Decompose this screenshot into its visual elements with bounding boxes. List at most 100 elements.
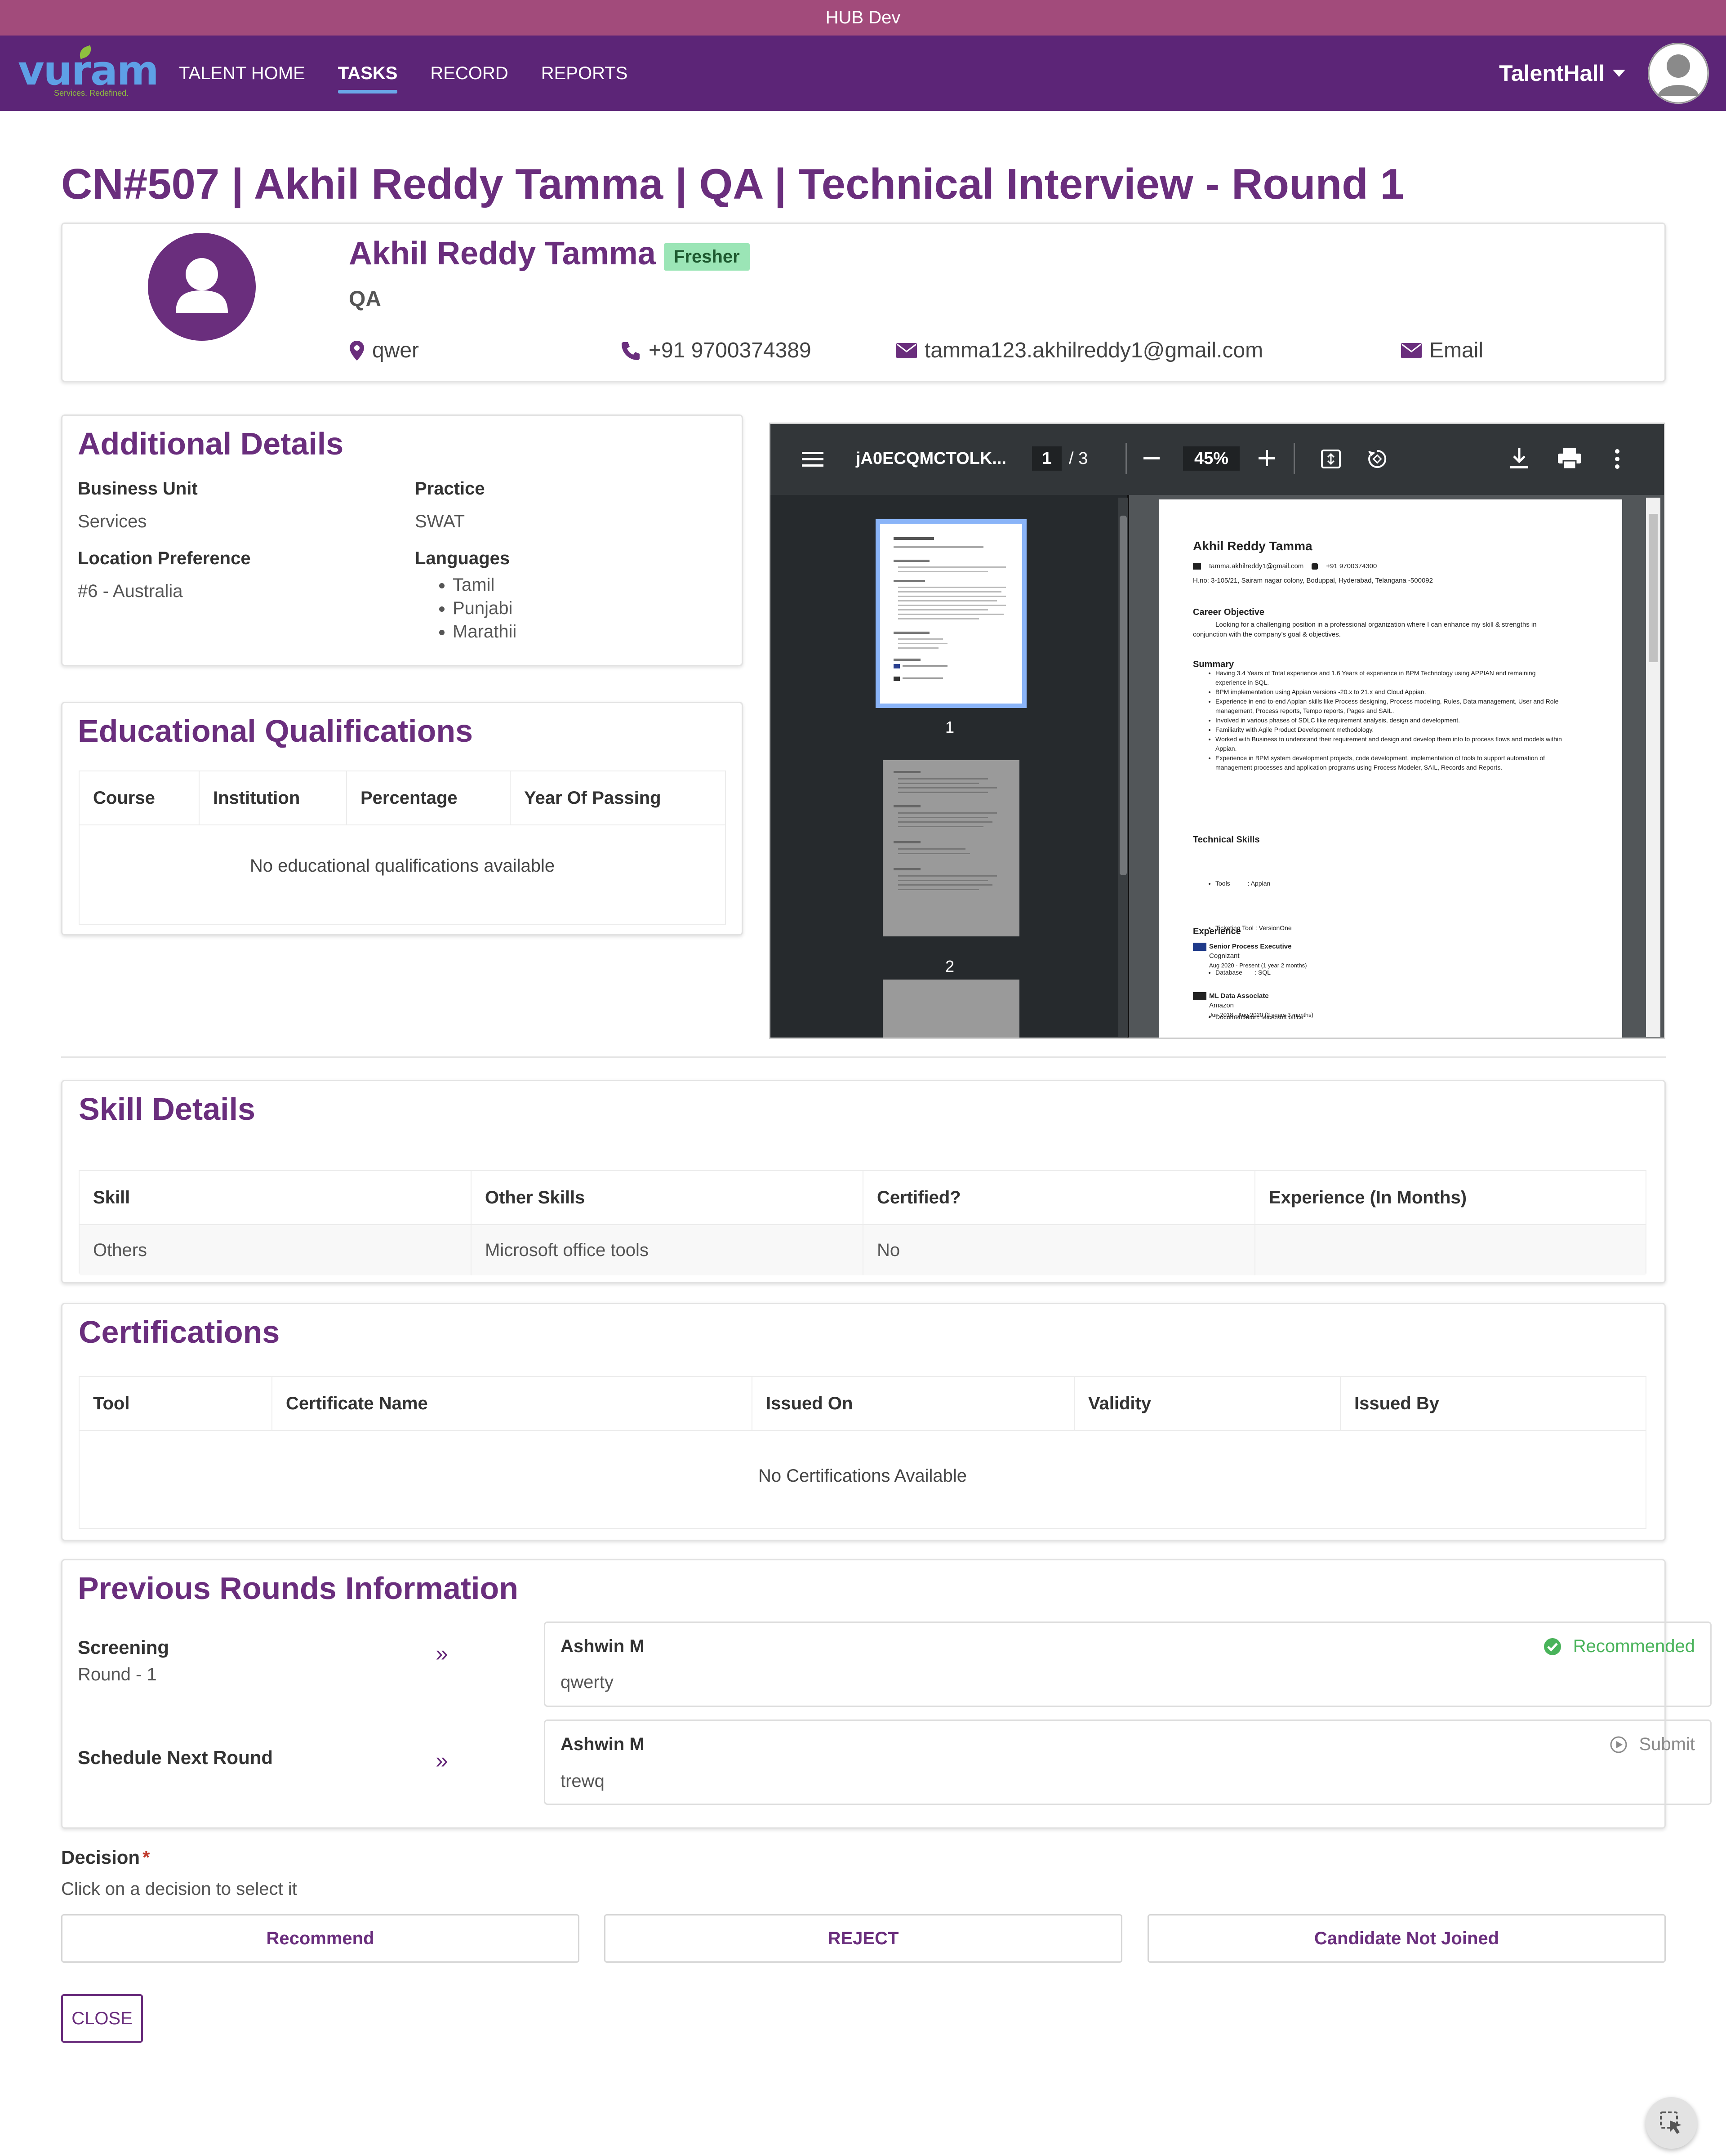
col-skill: Skill — [80, 1171, 472, 1225]
resume-pdf-viewer[interactable]: jA0ECQMCTOLK... 1 / 3 45% 1 2 Akhil Redd… — [769, 423, 1665, 1039]
experience-title: Senior Process Executive — [1209, 943, 1292, 950]
candidate-phone: +91 9700374389 — [621, 338, 811, 363]
envelope-icon — [896, 343, 917, 358]
summary-item: Familiarity with Agile Product Developme… — [1215, 725, 1566, 735]
col-percentage: Percentage — [347, 771, 511, 825]
zoom-in-icon[interactable] — [1259, 450, 1275, 466]
pdf-filename: jA0ECQMCTOLK... — [856, 449, 1006, 468]
nav-record[interactable]: RECORD — [430, 63, 508, 84]
business-unit-label: Business Unit — [78, 479, 198, 499]
resume-contact: tamma.akhilreddy1@gmail.com +91 97003743… — [1193, 562, 1377, 570]
education-table-header: Course Institution Percentage Year Of Pa… — [80, 771, 725, 825]
required-marker: * — [142, 1847, 150, 1868]
experience-company: Amazon — [1209, 1002, 1234, 1009]
close-button[interactable]: CLOSE — [61, 1994, 143, 2043]
candidate-not-joined-button[interactable]: Candidate Not Joined — [1148, 1914, 1666, 1963]
user-icon — [176, 258, 228, 313]
summary-item: BPM implementation using Appian versions… — [1215, 687, 1566, 697]
language-item: Tamil — [453, 573, 516, 597]
summary-item: Experience in end-to-end Appian skills l… — [1215, 697, 1566, 716]
decision-hint: Click on a decision to select it — [61, 1879, 297, 1899]
certifications-table-header: Tool Certificate Name Issued On Validity… — [80, 1377, 1646, 1431]
candidate-location: qwer — [349, 338, 419, 363]
toolbar-divider — [1125, 443, 1127, 474]
user-menu[interactable]: TalentHall — [1499, 36, 1626, 111]
col-course: Course — [80, 771, 200, 825]
pdf-page-1: Akhil Reddy Tamma tamma.akhilreddy1@gmai… — [1159, 499, 1622, 1038]
pdf-zoom-level[interactable]: 45% — [1183, 446, 1240, 471]
menu-icon[interactable] — [802, 451, 823, 468]
location-text: qwer — [372, 339, 419, 362]
thumbnail-lines — [894, 771, 997, 890]
col-institution: Institution — [199, 771, 347, 825]
vuram-logo[interactable]: vuram Services. Redefined. — [18, 45, 159, 99]
col-certified: Certified? — [863, 1171, 1255, 1225]
thumbnail-scrollbar-thumb[interactable] — [1120, 516, 1127, 875]
user-silhouette-icon — [1648, 43, 1709, 104]
cursor-select-icon — [1659, 2111, 1682, 2134]
more-options-icon[interactable] — [1615, 449, 1620, 469]
pdf-scrollbar[interactable] — [1646, 498, 1660, 1037]
resume-experience-heading: Experience — [1193, 927, 1241, 936]
experience-period: Jun 2018 - Aug 2020 (2 years 3 months) — [1209, 1011, 1313, 1018]
thumbnail-scrollbar[interactable] — [1118, 498, 1128, 1037]
table-row: Others Microsoft office tools No — [80, 1225, 1646, 1275]
fit-page-icon[interactable] — [1321, 449, 1341, 469]
skills-table: Skill Other Skills Certified? Experience… — [79, 1170, 1646, 1275]
languages-list: Tamil Punjabi Marathii — [415, 573, 516, 643]
round-status: Submit — [1610, 1734, 1695, 1755]
phone-icon — [622, 342, 640, 360]
main-nav: TALENT HOME TASKS RECORD REPORTS — [179, 36, 627, 111]
col-experience: Experience (In Months) — [1255, 1171, 1646, 1225]
certifications-table: Tool Certificate Name Issued On Validity… — [79, 1376, 1646, 1529]
nav-talent-home[interactable]: TALENT HOME — [179, 63, 305, 84]
language-item: Marathii — [453, 620, 516, 643]
summary-item: Worked with Business to understand their… — [1215, 735, 1566, 753]
language-item: Punjabi — [453, 597, 516, 620]
summary-item: Having 3.4 Years of Total experience and… — [1215, 668, 1566, 687]
phone-text: +91 9700374389 — [649, 339, 811, 362]
pdf-scrollbar-thumb[interactable] — [1649, 514, 1658, 662]
practice-label: Practice — [415, 479, 485, 499]
double-chevron-right-icon: » — [436, 1748, 448, 1773]
certified-cell: No — [863, 1225, 1255, 1275]
practice-value: SWAT — [415, 512, 465, 531]
col-year-of-passing: Year Of Passing — [510, 771, 725, 825]
education-card: Educational Qualifications Course Instit… — [61, 702, 743, 935]
zoom-out-icon[interactable] — [1143, 457, 1160, 460]
reject-button[interactable]: REJECT — [604, 1914, 1122, 1963]
business-unit-value: Services — [78, 512, 147, 531]
email-link[interactable]: Email — [1401, 338, 1483, 363]
candidate-card: Akhil Reddy Tamma Fresher QA qwer +91 97… — [61, 223, 1666, 382]
pdf-toolbar: jA0ECQMCTOLK... 1 / 3 45% — [770, 424, 1664, 495]
pdf-thumbnail-sidebar: 1 2 — [770, 495, 1129, 1038]
nav-reports[interactable]: REPORTS — [541, 63, 628, 84]
resume-tech-heading: Technical Skills — [1193, 835, 1260, 845]
chevron-down-icon — [1613, 70, 1626, 77]
user-avatar[interactable] — [1648, 43, 1709, 104]
col-validity: Validity — [1074, 1377, 1341, 1431]
skill-cell: Others — [80, 1225, 472, 1275]
skill-details-card: Skill Details Skill Other Skills Certifi… — [61, 1080, 1666, 1283]
envelope-icon — [1401, 343, 1422, 358]
candidate-role: QA — [349, 287, 381, 311]
round-status-text: Submit — [1639, 1734, 1695, 1754]
map-pin-icon — [350, 340, 364, 361]
pdf-page-input[interactable]: 1 — [1032, 446, 1062, 471]
email-text: tamma123.akhilreddy1@gmail.com — [925, 339, 1263, 362]
experience-period: Aug 2020 - Present (1 year 2 months) — [1209, 962, 1307, 969]
feedback-fab[interactable] — [1646, 2097, 1697, 2149]
thumbnail-page-3[interactable] — [883, 980, 1019, 1038]
thumbnail-page-1[interactable] — [876, 519, 1027, 708]
round-name: Screening — [78, 1637, 169, 1658]
certifications-empty-message: No Certifications Available — [758, 1466, 967, 1486]
fresher-badge: Fresher — [664, 243, 750, 271]
recommend-button[interactable]: Recommend — [61, 1914, 579, 1963]
nav-tasks[interactable]: TASKS — [338, 63, 397, 94]
previous-rounds-title: Previous Rounds Information — [78, 1571, 519, 1606]
print-icon[interactable] — [1558, 448, 1581, 469]
double-chevron-right-icon: » — [436, 1641, 448, 1666]
rotate-icon[interactable] — [1366, 448, 1388, 470]
thumbnail-page-2[interactable] — [883, 760, 1019, 936]
download-icon[interactable] — [1510, 448, 1528, 469]
